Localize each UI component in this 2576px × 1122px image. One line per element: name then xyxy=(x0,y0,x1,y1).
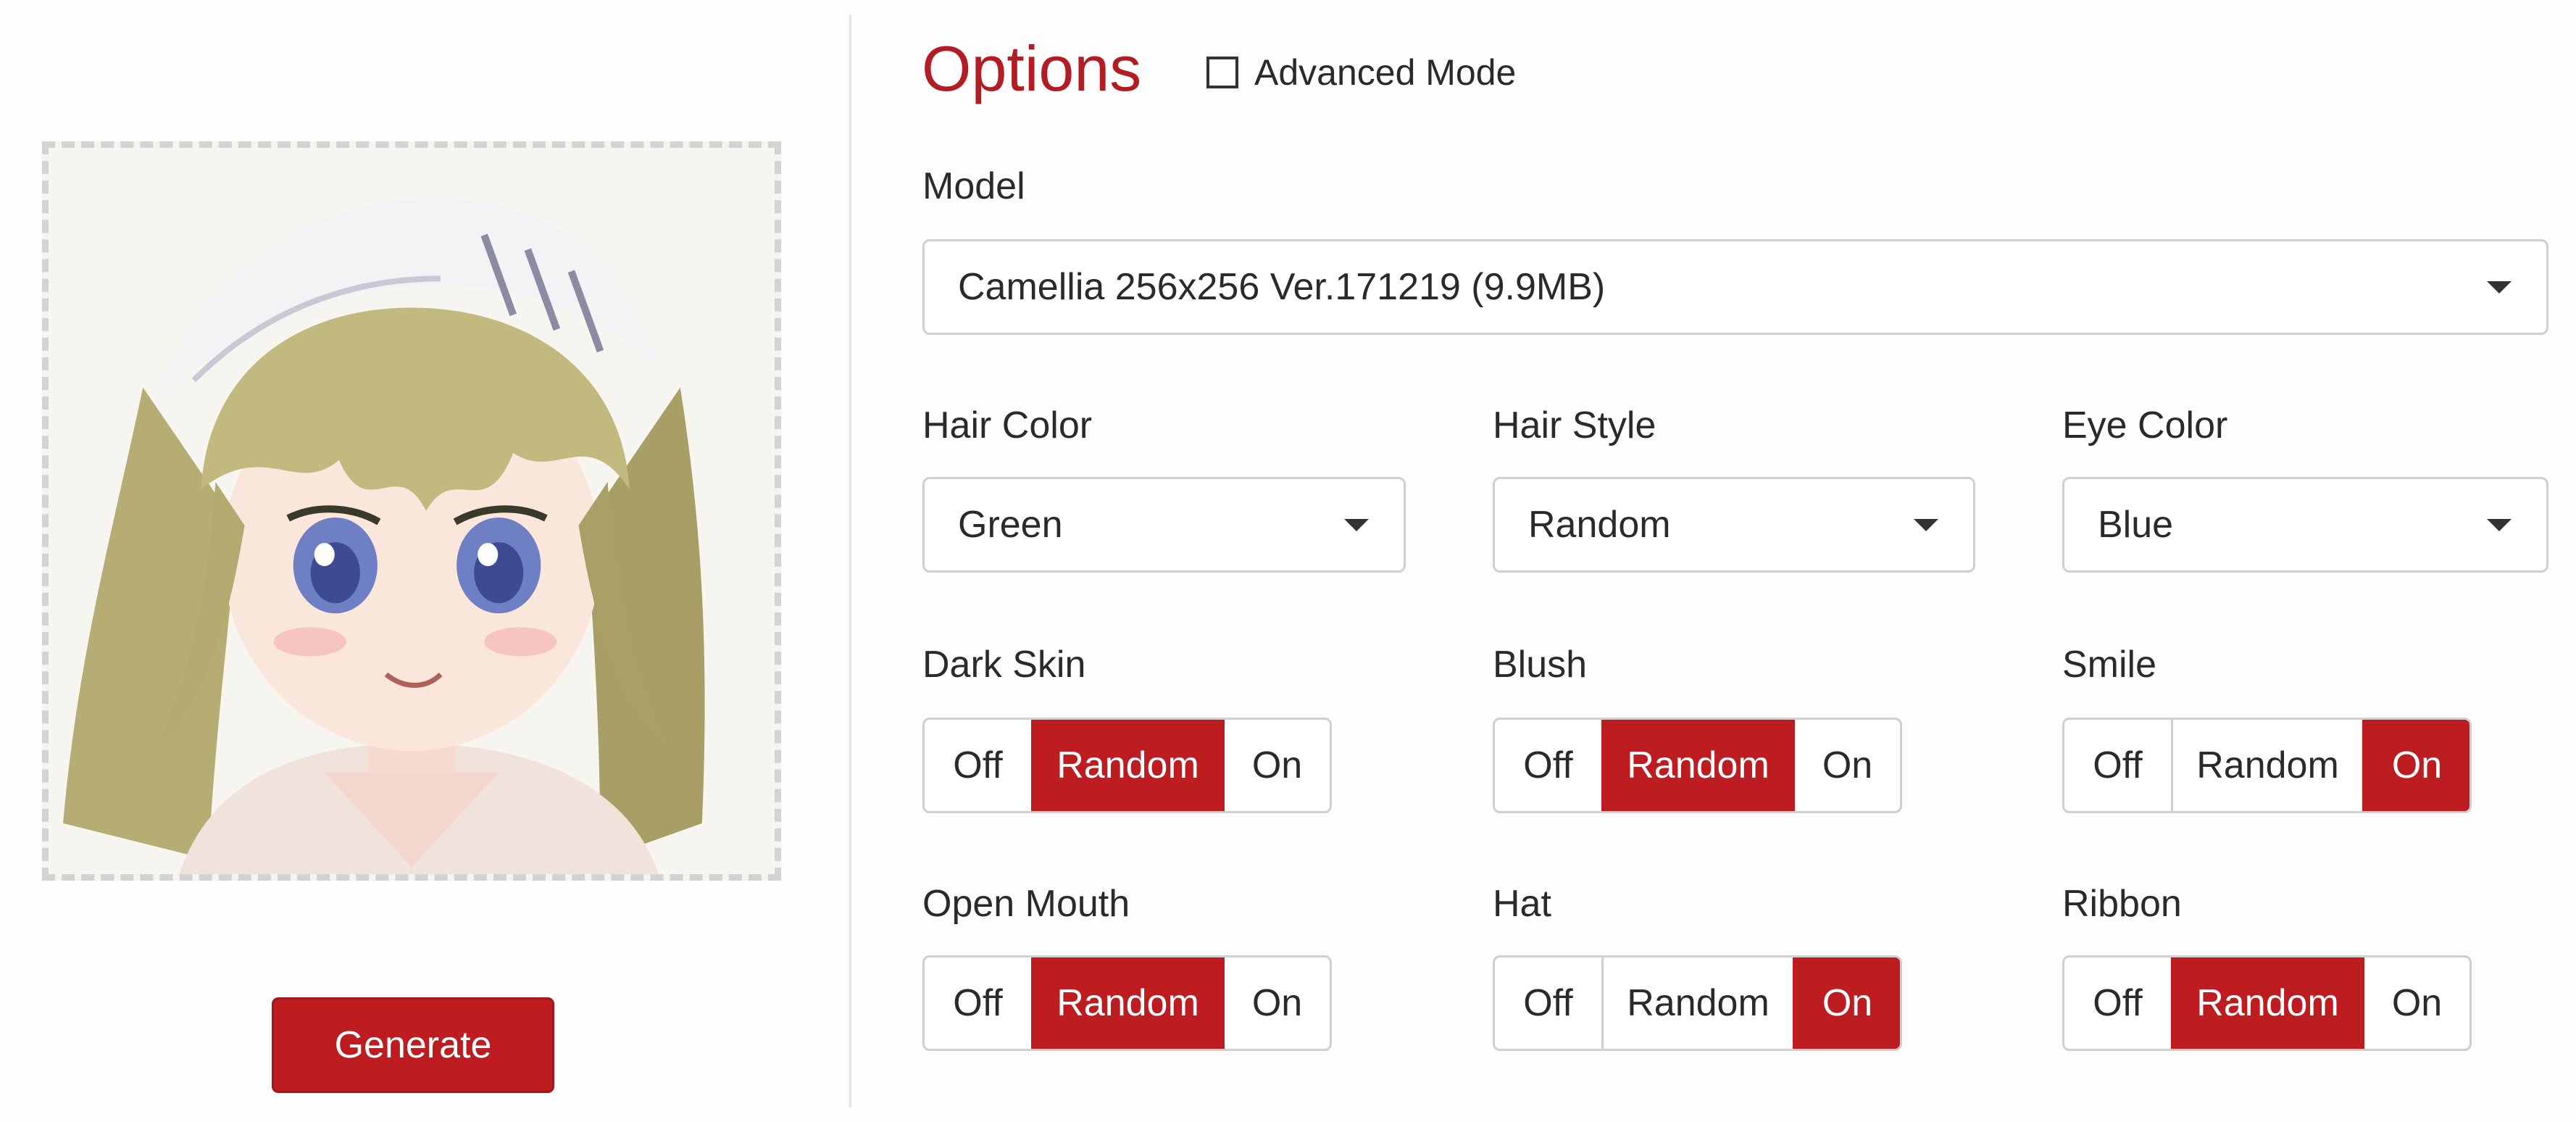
hat-off-option[interactable]: Off xyxy=(1495,957,1601,1049)
dark-skin-random-option[interactable]: Random xyxy=(1031,720,1222,811)
eye-color-value: Blue xyxy=(2098,504,2174,546)
generate-button[interactable]: Generate xyxy=(272,997,554,1093)
panel-divider xyxy=(849,14,851,1108)
model-select-value: Camellia 256x256 Ver.171219 (9.9MB) xyxy=(958,266,1606,308)
ribbon-off-option[interactable]: Off xyxy=(2064,957,2171,1049)
dark-skin-on-option[interactable]: On xyxy=(1222,720,1330,811)
open-mouth-on-option[interactable]: On xyxy=(1222,957,1330,1049)
blush-label: Blush xyxy=(1493,644,1588,686)
smile-label: Smile xyxy=(2062,644,2157,686)
smile-toggle[interactable]: Off Random On xyxy=(2062,718,2472,813)
hair-color-label: Hair Color xyxy=(922,404,1093,446)
advanced-mode-checkbox[interactable] xyxy=(1206,57,1238,88)
generated-character-image xyxy=(49,148,775,874)
smile-off-option[interactable]: Off xyxy=(2064,720,2171,811)
ribbon-on-option[interactable]: On xyxy=(2362,957,2469,1049)
options-title: Options xyxy=(922,33,1142,104)
chevron-down-icon xyxy=(2487,519,2512,531)
eye-color-select[interactable]: Blue xyxy=(2062,477,2548,573)
open-mouth-toggle[interactable]: Off Random On xyxy=(922,955,1332,1051)
blush-random-option[interactable]: Random xyxy=(1601,720,1793,811)
generated-image-frame xyxy=(42,141,781,881)
hair-color-select[interactable]: Green xyxy=(922,477,1406,573)
smile-on-option[interactable]: On xyxy=(2362,720,2469,811)
open-mouth-random-option[interactable]: Random xyxy=(1031,957,1222,1049)
hat-label: Hat xyxy=(1493,883,1551,925)
model-label: Model xyxy=(922,165,1025,207)
hair-style-label: Hair Style xyxy=(1493,404,1656,446)
smile-random-option[interactable]: Random xyxy=(2171,720,2362,811)
blush-off-option[interactable]: Off xyxy=(1495,720,1601,811)
open-mouth-label: Open Mouth xyxy=(922,883,1130,925)
open-mouth-off-option[interactable]: Off xyxy=(925,957,1031,1049)
dark-skin-label: Dark Skin xyxy=(922,644,1086,686)
hair-style-value: Random xyxy=(1528,504,1671,546)
hair-style-select[interactable]: Random xyxy=(1493,477,1975,573)
chevron-down-icon xyxy=(1914,519,1938,531)
blush-toggle[interactable]: Off Random On xyxy=(1493,718,1902,813)
chevron-down-icon xyxy=(2487,281,2512,294)
hat-on-option[interactable]: On xyxy=(1793,957,1900,1049)
eye-color-label: Eye Color xyxy=(2062,404,2228,446)
blush-on-option[interactable]: On xyxy=(1793,720,1900,811)
hat-random-option[interactable]: Random xyxy=(1601,957,1793,1049)
ribbon-toggle[interactable]: Off Random On xyxy=(2062,955,2472,1051)
hat-toggle[interactable]: Off Random On xyxy=(1493,955,1902,1051)
dark-skin-toggle[interactable]: Off Random On xyxy=(922,718,1332,813)
advanced-mode-label: Advanced Mode xyxy=(1254,52,1517,93)
model-select[interactable]: Camellia 256x256 Ver.171219 (9.9MB) xyxy=(922,239,2548,335)
chevron-down-icon xyxy=(1344,519,1369,531)
dark-skin-off-option[interactable]: Off xyxy=(925,720,1031,811)
ribbon-random-option[interactable]: Random xyxy=(2171,957,2362,1049)
ribbon-label: Ribbon xyxy=(2062,883,2182,925)
hair-color-value: Green xyxy=(958,504,1063,546)
advanced-mode-toggle[interactable]: Advanced Mode xyxy=(1206,51,1516,94)
